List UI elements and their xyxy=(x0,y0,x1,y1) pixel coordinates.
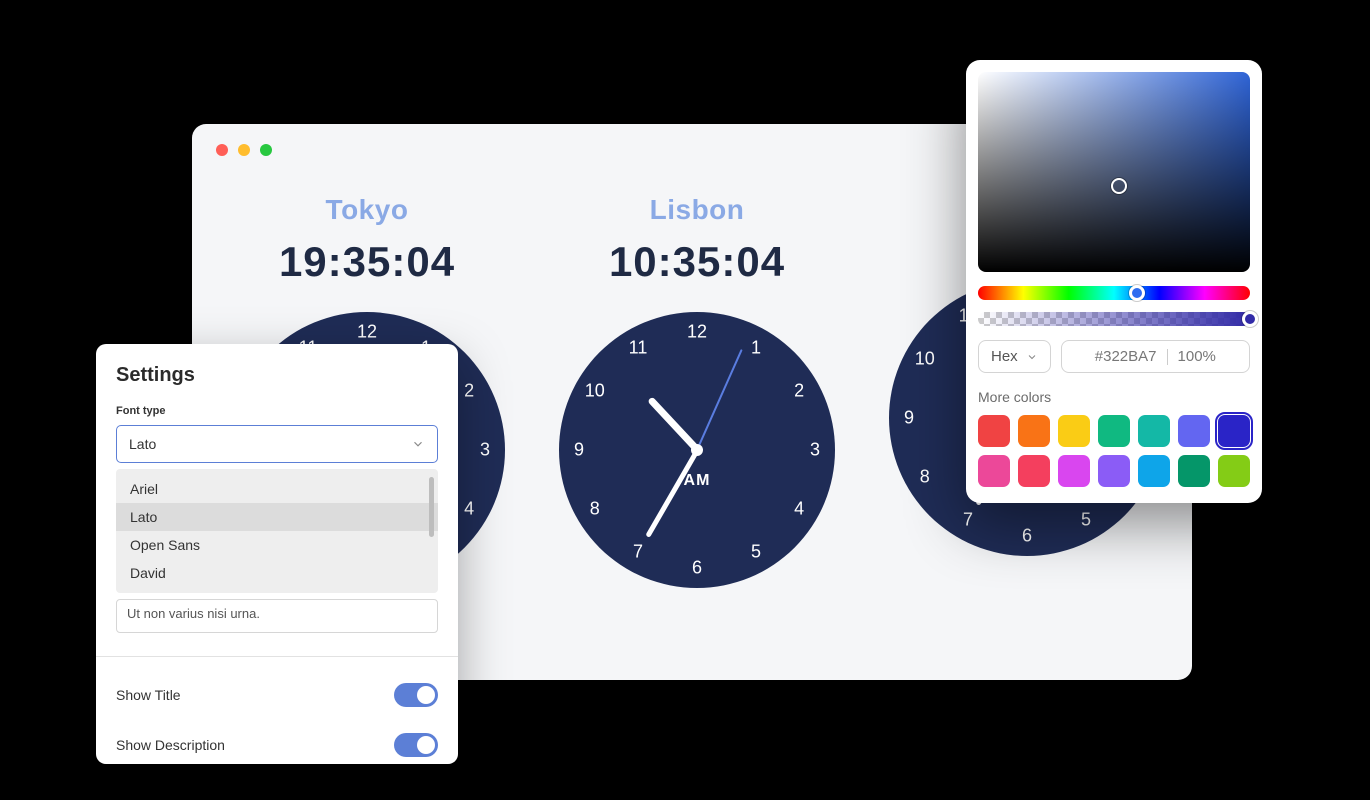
hex-input[interactable]: #322BA7 100% xyxy=(1061,340,1250,373)
color-swatch[interactable] xyxy=(1018,415,1050,447)
color-swatch[interactable] xyxy=(1178,455,1210,487)
window-zoom-icon[interactable] xyxy=(260,144,272,156)
clock-number: 6 xyxy=(685,558,709,579)
toggle-knob xyxy=(417,736,435,754)
gradient-thumb[interactable] xyxy=(1111,178,1127,194)
color-format-value: Hex xyxy=(991,348,1018,365)
alpha-thumb[interactable] xyxy=(1242,311,1258,327)
clock-number: 9 xyxy=(567,440,591,461)
font-option[interactable]: David xyxy=(116,559,438,587)
clock-number: 5 xyxy=(1074,510,1098,531)
hue-thumb[interactable] xyxy=(1129,285,1145,301)
color-swatch[interactable] xyxy=(978,415,1010,447)
minute-hand xyxy=(645,449,699,538)
color-picker: Hex #322BA7 100% More colors xyxy=(966,60,1262,503)
settings-panel: Settings Font type Lato ArielLatoOpen Sa… xyxy=(96,344,458,764)
window-close-icon[interactable] xyxy=(216,144,228,156)
divider xyxy=(96,656,458,657)
city-name: Tokyo xyxy=(202,194,532,226)
clock-number: 8 xyxy=(913,467,937,488)
window-minimize-icon[interactable] xyxy=(238,144,250,156)
clock-number: 8 xyxy=(583,499,607,520)
clock-number: 10 xyxy=(583,381,607,402)
divider xyxy=(1167,349,1168,365)
clock-number: 1 xyxy=(744,337,768,358)
city-column: Lisbon10:35:04121234567891011AM xyxy=(532,194,862,588)
hue-slider[interactable] xyxy=(978,286,1250,300)
dropdown-scrollbar[interactable] xyxy=(429,477,434,537)
clock-number: 10 xyxy=(913,349,937,370)
font-option[interactable]: Lato xyxy=(116,503,438,531)
clock-number: 4 xyxy=(787,499,811,520)
clock-pivot xyxy=(691,444,703,456)
window-traffic-lights xyxy=(216,144,272,156)
clock-number: 3 xyxy=(473,440,497,461)
toggle-label: Show Title xyxy=(116,687,181,703)
font-type-value: Lato xyxy=(129,436,156,452)
clock-number: 4 xyxy=(457,499,481,520)
clock-number: 12 xyxy=(355,322,379,343)
color-swatch[interactable] xyxy=(1178,415,1210,447)
clock-number: 9 xyxy=(897,408,921,429)
alpha-slider[interactable] xyxy=(978,312,1250,326)
description-textarea[interactable] xyxy=(116,599,438,633)
hour-hand xyxy=(647,396,700,452)
color-swatch[interactable] xyxy=(1098,415,1130,447)
clock-number: 7 xyxy=(956,510,980,531)
color-format-select[interactable]: Hex xyxy=(978,340,1051,373)
color-swatch[interactable] xyxy=(1218,455,1250,487)
clock-number: 5 xyxy=(744,542,768,563)
font-type-label: Font type xyxy=(116,405,438,417)
clock-ampm: AM xyxy=(684,472,711,490)
color-gradient-area[interactable] xyxy=(978,72,1250,272)
color-swatch[interactable] xyxy=(1098,455,1130,487)
color-swatch[interactable] xyxy=(1018,455,1050,487)
more-colors-label: More colors xyxy=(978,389,1250,405)
font-option[interactable]: Ariel xyxy=(116,475,438,503)
chevron-down-icon xyxy=(1026,351,1038,363)
alpha-value: 100% xyxy=(1178,348,1216,365)
font-type-dropdown: ArielLatoOpen SansDavid xyxy=(116,469,438,593)
clock-number: 3 xyxy=(803,440,827,461)
city-name: Lisbon xyxy=(532,194,862,226)
settings-title: Settings xyxy=(116,364,438,387)
analog-clock: 121234567891011AM xyxy=(559,312,835,588)
toggle-row: Show Description xyxy=(116,725,438,775)
toggle-switch[interactable] xyxy=(394,733,438,757)
hex-value: #322BA7 xyxy=(1095,348,1157,365)
clock-number: 7 xyxy=(626,542,650,563)
toggle-knob xyxy=(417,686,435,704)
clock-number: 6 xyxy=(1015,526,1039,547)
toggle-switch[interactable] xyxy=(394,683,438,707)
color-swatch[interactable] xyxy=(978,455,1010,487)
color-swatch[interactable] xyxy=(1058,455,1090,487)
city-time: 10:35:04 xyxy=(532,238,862,286)
clock-number: 11 xyxy=(626,337,650,358)
second-hand xyxy=(696,349,743,450)
clock-number: 12 xyxy=(685,322,709,343)
font-type-select[interactable]: Lato xyxy=(116,425,438,463)
color-swatch[interactable] xyxy=(1138,415,1170,447)
chevron-down-icon xyxy=(411,437,425,451)
color-swatch[interactable] xyxy=(1138,455,1170,487)
city-time: 19:35:04 xyxy=(202,238,532,286)
clock-number: 2 xyxy=(457,381,481,402)
color-swatch[interactable] xyxy=(1218,415,1250,447)
toggle-row: Show Title xyxy=(116,675,438,725)
toggle-label: Show Description xyxy=(116,737,225,753)
font-option[interactable]: Open Sans xyxy=(116,531,438,559)
clock-number: 2 xyxy=(787,381,811,402)
color-swatch[interactable] xyxy=(1058,415,1090,447)
